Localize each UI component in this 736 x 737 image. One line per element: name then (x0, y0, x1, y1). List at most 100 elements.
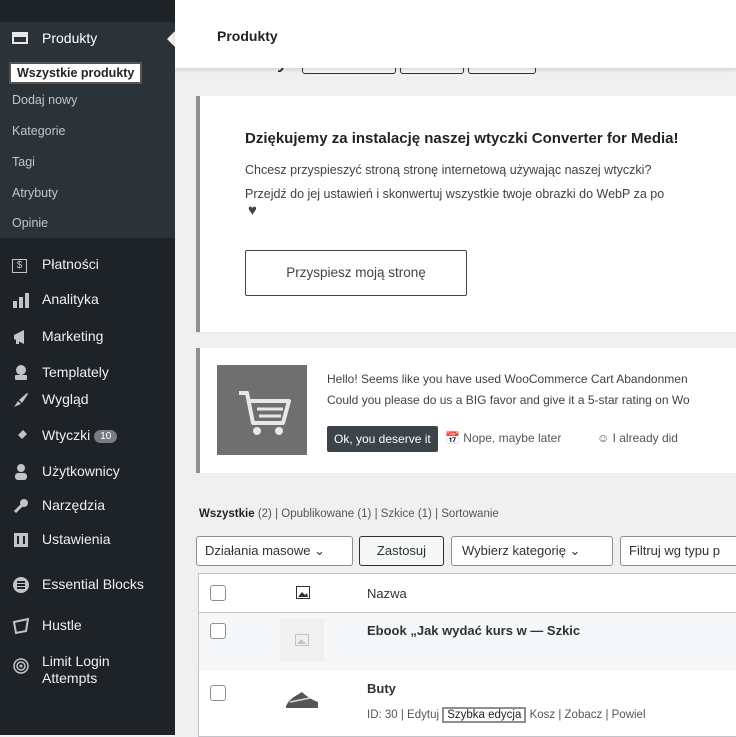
notice-line-1: Chcesz przyspieszyć stroną stronę intern… (245, 163, 652, 177)
menu-plugins-label: Wtyczki 10 (42, 427, 118, 443)
image-placeholder-icon (295, 634, 309, 646)
bulk-actions-value: Działania masowe (205, 543, 311, 558)
product-thumbnail[interactable] (280, 678, 324, 722)
filter-all-count: (2) (257, 508, 272, 520)
apply-button[interactable]: Zastosuj (359, 536, 444, 566)
menu-settings-label: Ustawienia (42, 531, 111, 547)
fingerprint-icon (13, 658, 29, 674)
table-header: Nazwa (199, 574, 736, 613)
top-bar: Produkty (175, 0, 736, 68)
bulk-actions-select[interactable]: Działania masowe ⌄ (196, 536, 353, 566)
plugins-icon (15, 430, 27, 442)
menu-plugins-text: Wtyczki (42, 427, 91, 443)
notice-title: Dziękujemy za instalację naszej wtyczki … (245, 130, 679, 147)
payments-icon: $ (12, 259, 27, 273)
menu-appearance[interactable]: Wygląd (0, 385, 175, 415)
menu-analytics[interactable]: Analityka (0, 285, 175, 315)
products-submenu: Wszystkie produkty Dodaj nowy Kategorie … (0, 56, 175, 238)
plugins-update-badge: 10 (94, 430, 118, 443)
row-actions-rest[interactable]: Kosz | Zobacz | Powiel (530, 709, 646, 721)
converter-notice: Dziękujemy za instalację naszej wtyczki … (196, 96, 736, 332)
menu-users[interactable]: Użytkownicy (0, 457, 175, 487)
cart-icon (239, 391, 291, 435)
category-value: Wybierz kategorię (462, 543, 566, 558)
column-name[interactable]: Nazwa (367, 586, 407, 601)
review-line-2: Could you please do us a BIG favor and g… (327, 393, 690, 407)
menu-products[interactable]: Produkty (0, 22, 175, 56)
tools-icon (13, 499, 28, 514)
submenu-categories[interactable]: Kategorie (12, 124, 66, 138)
maybe-later-link[interactable]: 📅 Nope, maybe later (445, 431, 561, 445)
admin-sidebar: Produkty Wszystkie produkty Dodaj nowy K… (0, 0, 175, 735)
current-menu-arrow (167, 31, 175, 47)
menu-marketing[interactable]: Marketing (0, 322, 175, 352)
product-name-link[interactable]: Buty (367, 681, 396, 696)
table-row: Buty (199, 671, 736, 736)
row-actions: ID: 30 | Edytuj Szybka edycja Kosz | Zob… (367, 707, 646, 723)
marketing-icon (14, 330, 24, 344)
already-did-text: I already did (612, 431, 678, 445)
speed-up-button[interactable]: Przyspiesz moją stronę (245, 250, 467, 296)
submenu-all-products[interactable]: Wszystkie produkty (9, 62, 143, 84)
cart-logo (217, 365, 307, 455)
chevron-down-icon: ⌄ (565, 543, 581, 558)
category-select[interactable]: Wybierz kategorię ⌄ (451, 536, 613, 566)
menu-payments-label: Płatności (42, 256, 99, 272)
quick-edit-link[interactable]: Szybka edycja (442, 707, 527, 723)
submenu-tags[interactable]: Tagi (12, 155, 35, 169)
products-icon (12, 32, 28, 44)
menu-analytics-label: Analityka (42, 291, 99, 307)
product-type-value: Filtruj wg typu p (629, 543, 721, 558)
users-icon (15, 464, 27, 480)
notice-line-2: Przejdź do jej ustawień i skonwertuj wsz… (245, 187, 665, 201)
menu-essential-blocks-label: Essential Blocks (42, 576, 144, 592)
menu-hustle[interactable]: Hustle (0, 611, 175, 641)
product-name-link[interactable]: Ebook „Jak wydać kurs w — Szkic (367, 623, 580, 638)
hustle-icon (12, 617, 30, 635)
smile-icon: ☺ (597, 431, 613, 445)
templately-icon (15, 365, 27, 380)
ok-deserve-button[interactable]: Ok, you deserve it (327, 426, 438, 452)
menu-users-label: Użytkownicy (42, 463, 120, 479)
already-did-link[interactable]: ☺ I already did (597, 431, 678, 445)
menu-marketing-label: Marketing (42, 328, 104, 344)
menu-essential-blocks[interactable]: Essential Blocks (0, 570, 175, 600)
product-type-select[interactable]: Filtruj wg typu p (620, 536, 736, 566)
menu-templately[interactable]: Templately (0, 358, 175, 388)
heart-icon: ♥ (248, 202, 257, 219)
menu-tools[interactable]: Narzędzia (0, 491, 175, 521)
settings-icon (14, 533, 28, 547)
essential-blocks-icon (13, 577, 29, 593)
product-thumbnail-placeholder[interactable] (280, 618, 324, 662)
submenu-attributes[interactable]: Atrybuty (12, 186, 58, 200)
row-checkbox[interactable] (210, 685, 226, 701)
appearance-icon (14, 393, 28, 407)
row-meta[interactable]: ID: 30 | Edytuj (367, 709, 439, 721)
menu-tools-label: Narzędzia (42, 497, 106, 513)
review-line-1: Hello! Seems like you have used WooComme… (327, 372, 688, 386)
table-row: Ebook „Jak wydać kurs w — Szkic (199, 613, 736, 671)
filter-all[interactable]: Wszystkie (199, 508, 255, 520)
submenu-add-new[interactable]: Dodaj nowy (12, 93, 77, 107)
top-bar-title: Produkty (217, 28, 278, 44)
menu-hustle-label: Hustle (42, 617, 82, 633)
review-notice: Hello! Seems like you have used WooComme… (196, 348, 736, 473)
submenu-reviews[interactable]: Opinie (12, 216, 48, 230)
menu-templately-label: Templately (42, 364, 109, 380)
menu-limit-login[interactable]: Limit Login Attempts (0, 649, 175, 691)
calendar-icon: 📅 (445, 431, 464, 445)
menu-limit-login-label: Limit Login Attempts (42, 653, 110, 686)
menu-plugins[interactable]: Wtyczki 10 (0, 421, 175, 451)
select-all-checkbox[interactable] (210, 585, 226, 601)
shoe-image (286, 692, 318, 708)
row-checkbox[interactable] (210, 623, 226, 639)
menu-products-label: Produkty (42, 30, 98, 46)
analytics-icon (13, 293, 29, 308)
status-filter-links: Wszystkie (2) | Opublikowane (1) | Szkic… (199, 508, 499, 520)
filter-other-links[interactable]: | Opublikowane (1) | Szkice (1) | Sortow… (272, 508, 499, 520)
menu-appearance-label: Wygląd (42, 391, 89, 407)
products-table: Nazwa Ebook „Jak wydać kurs w — Szkic Bu… (198, 573, 736, 737)
menu-payments[interactable]: $ Płatności (0, 250, 175, 280)
chevron-down-icon: ⌄ (310, 543, 326, 558)
menu-settings[interactable]: Ustawienia (0, 525, 175, 555)
